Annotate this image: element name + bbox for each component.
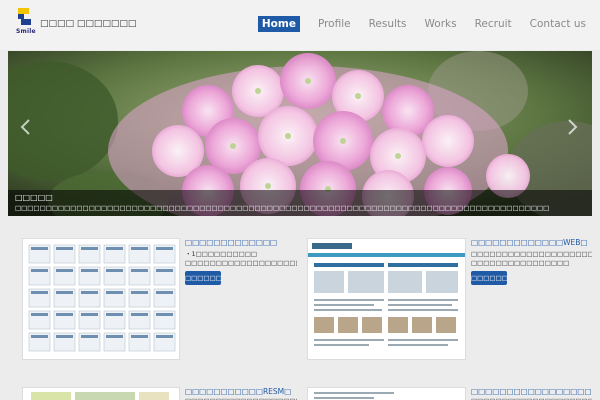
- map-thumbnail: [23, 388, 179, 400]
- work-card-title[interactable]: □□□□□□□□□□□□□: [185, 238, 297, 247]
- work-thumbnail[interactable]: [307, 238, 466, 360]
- nav-works[interactable]: Works: [425, 16, 457, 32]
- page: Smile □□□□ □□□□□□□ Home Profile Results …: [0, 0, 600, 400]
- work-card-description: □□□□□□□□□□□□□□□□□□□□□□□□□□□□□□□□□□□□□□□W…: [471, 250, 592, 267]
- slider-caption-title: □□□□□: [15, 193, 53, 202]
- nav-home[interactable]: Home: [257, 16, 300, 32]
- logo-mark-icon: [18, 8, 31, 25]
- work-card-title[interactable]: □□□□□□□□□□□RESM□: [185, 387, 297, 396]
- grid-document-thumbnail: [23, 239, 179, 359]
- work-card-title[interactable]: □□□□□□□□□□□□□WEB□: [471, 238, 592, 247]
- site-logo[interactable]: Smile: [16, 8, 38, 36]
- logo-text: Smile: [16, 28, 36, 35]
- slider-caption-text: □□□□□□□□□□□□□□□□□□□□□□□□□□□□□□□□□□□□□□□□…: [15, 204, 550, 212]
- nav-contact-us[interactable]: Contact us: [530, 16, 586, 32]
- work-card: □□□□□□□□□□□□□WEB□ □□□□□□□□□□□□□□□□□□□□ □□…: [307, 238, 592, 361]
- webpage-thumbnail: [308, 239, 465, 359]
- work-card-title[interactable]: □□□□□□□□□□□□□□□□□: [471, 387, 592, 396]
- work-thumbnail[interactable]: [307, 387, 466, 400]
- site-name[interactable]: □□□□ □□□□□□□: [40, 19, 136, 29]
- nav-results[interactable]: Results: [369, 16, 407, 32]
- nav-profile[interactable]: Profile: [318, 16, 351, 32]
- work-card: □□□□□□□□□□□□□ ・1□□□□□□□□□□ □□□□□□□□□□□□□…: [22, 238, 297, 361]
- work-card-description: ・1□□□□□□□□□□ □□□□□□□□□□□□□□□□□□□□□□□□□□□…: [185, 250, 297, 267]
- work-card: □□□□□□□□□□□□□□□□□ □□□□□□□□□□□□□□□□□□□□□□…: [307, 387, 592, 400]
- work-thumbnail[interactable]: [22, 387, 180, 400]
- work-card-more-button[interactable]: □□□□□□: [185, 271, 221, 285]
- nav-recruit[interactable]: Recruit: [475, 16, 512, 32]
- slider-prev-icon[interactable]: [18, 117, 34, 137]
- main-nav: Home Profile Results Works Recruit Conta…: [240, 16, 586, 32]
- hero-slider[interactable]: □□□□□ □□□□□□□□□□□□□□□□□□□□□□□□□□□□□□□□□□…: [8, 51, 592, 216]
- document-thumbnail: [308, 388, 465, 400]
- slider-next-icon[interactable]: [564, 117, 580, 137]
- site-header: Smile □□□□ □□□□□□□ Home Profile Results …: [0, 0, 600, 50]
- slider-caption: □□□□□ □□□□□□□□□□□□□□□□□□□□□□□□□□□□□□□□□□…: [8, 190, 592, 216]
- work-card-more-button[interactable]: □□□□□□: [471, 271, 507, 285]
- work-card: □□□□□□□□□□□RESM□ □□□□□□□□□□□□□□□□□□□□□□□…: [22, 387, 297, 400]
- work-thumbnail[interactable]: [22, 238, 180, 360]
